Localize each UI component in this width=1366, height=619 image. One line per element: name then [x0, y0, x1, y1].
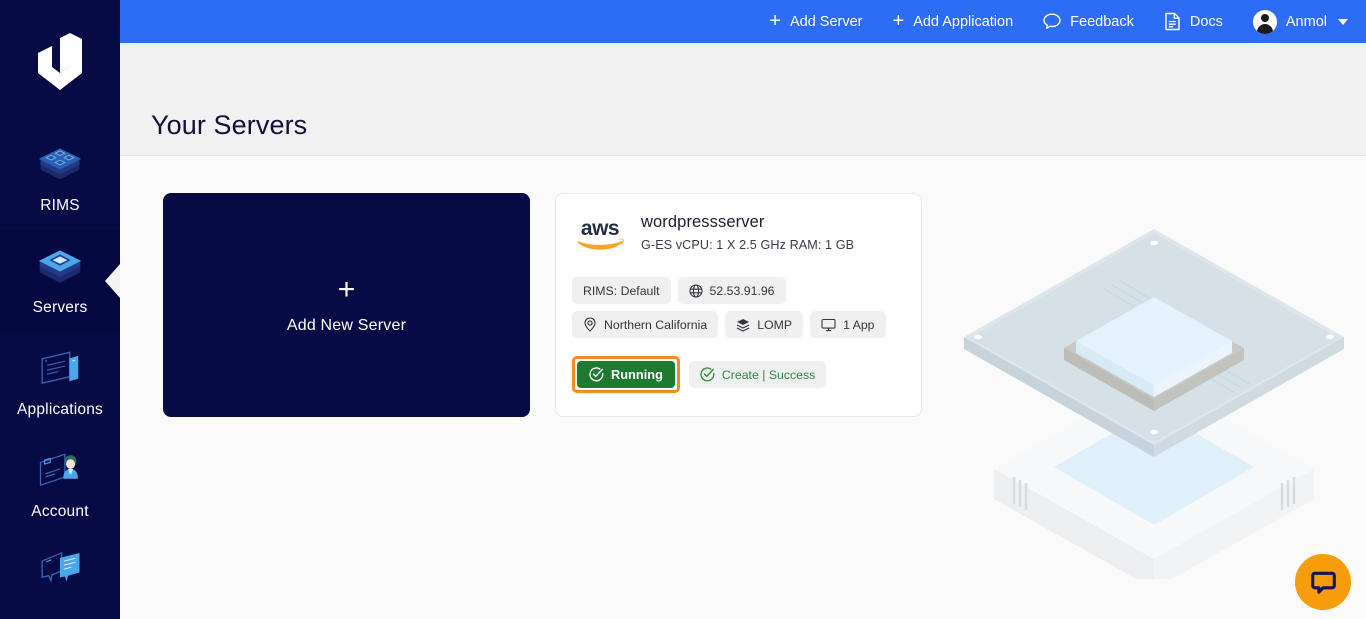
monitor-icon	[821, 318, 836, 331]
server-tag-row: RIMS: Default 52.53.91.96 Northern Calif…	[572, 277, 905, 338]
app-logo[interactable]	[30, 30, 90, 94]
main-content: + Add New Server aws wordpressserver G-E…	[120, 157, 1366, 619]
page-title: Your Servers	[151, 110, 308, 140]
server-card[interactable]: aws wordpressserver G-ES vCPU: 1 X 2.5 G…	[555, 193, 922, 417]
plus-icon: +	[769, 9, 781, 32]
server-name: wordpressserver	[641, 213, 765, 231]
server-stack-icon	[38, 250, 82, 284]
feedback-label: Feedback	[1070, 13, 1134, 30]
applications-window-icon	[41, 351, 79, 385]
add-application-button[interactable]: + Add Application	[892, 9, 1014, 32]
sidebar-item-account[interactable]: Account	[0, 434, 120, 536]
sidebar-item-label: Account	[31, 503, 89, 521]
tag-label: 1 App	[843, 317, 875, 332]
devrims-shield-logo-icon	[38, 33, 82, 90]
plus-icon: +	[337, 273, 356, 306]
docs-button[interactable]: Docs	[1164, 12, 1223, 31]
check-circle-icon	[589, 367, 604, 382]
sidebar-item-rims[interactable]: RIMS	[0, 128, 120, 230]
add-server-button[interactable]: + Add Server	[769, 9, 863, 32]
user-name: Anmol	[1285, 13, 1327, 30]
sidebar-item-servers[interactable]: Servers	[0, 230, 120, 332]
location-pin-icon	[584, 317, 596, 332]
check-circle-icon	[700, 367, 715, 382]
add-new-server-label: Add New Server	[286, 317, 407, 334]
docs-label: Docs	[1189, 13, 1223, 30]
stack-layers-icon	[736, 318, 750, 332]
server-specs: G-ES vCPU: 1 X 2.5 GHz RAM: 1 GB	[641, 237, 855, 252]
add-new-server-card[interactable]: + Add New Server	[163, 193, 530, 417]
plus-icon: +	[892, 9, 905, 32]
tag-region[interactable]: Northern California	[572, 311, 719, 338]
add-application-label: Add Application	[913, 13, 1014, 30]
tag-app-count[interactable]: 1 App	[810, 311, 886, 338]
status-badge-running[interactable]: Running	[577, 361, 675, 388]
aws-logo-icon: aws	[572, 211, 628, 257]
tag-label: RIMS: Default	[583, 283, 660, 298]
page-header: Your Servers	[120, 43, 1366, 156]
top-navigation-bar: + Add Server + Add Application Feedback …	[120, 0, 1366, 43]
tag-label: LOMP	[757, 317, 793, 332]
status-badge-create[interactable]: Create | Success	[688, 361, 827, 388]
globe-icon	[688, 283, 703, 298]
sidebar-item-support[interactable]	[0, 536, 120, 606]
server-illustration	[964, 229, 1344, 579]
account-user-card-icon	[39, 453, 78, 487]
rims-stack-icon	[38, 148, 82, 180]
user-avatar-icon	[1252, 9, 1277, 34]
sidebar-item-applications[interactable]: Applications	[0, 332, 120, 434]
sidebar-item-label: Servers	[32, 299, 88, 317]
document-icon	[1164, 12, 1181, 31]
chevron-down-icon	[1338, 18, 1348, 25]
server-cards-row: + Add New Server aws wordpressserver G-E…	[163, 193, 922, 417]
feedback-button[interactable]: Feedback	[1043, 13, 1134, 30]
chat-bubble-icon	[1043, 13, 1061, 30]
tag-stack[interactable]: LOMP	[725, 311, 804, 338]
server-meta: wordpressserver G-ES vCPU: 1 X 2.5 GHz R…	[641, 211, 854, 252]
svg-text:aws: aws	[581, 217, 619, 240]
tag-label: Northern California	[604, 317, 708, 332]
server-card-header: aws wordpressserver G-ES vCPU: 1 X 2.5 G…	[572, 211, 905, 257]
status-badge-label: Create | Success	[721, 367, 816, 382]
add-server-label: Add Server	[789, 13, 863, 30]
support-chat-icon	[41, 551, 80, 583]
sidebar: RIMS Servers Applications Account	[0, 0, 120, 619]
server-status-row: Running Create | Success	[572, 356, 905, 393]
sidebar-item-label: RIMS	[40, 197, 80, 215]
chat-bubble-icon	[1310, 571, 1336, 594]
tag-ip-address[interactable]: 52.53.91.96	[677, 277, 786, 304]
live-chat-button[interactable]	[1295, 554, 1351, 610]
running-status-highlight: Running	[572, 356, 680, 393]
status-badge-label: Running	[611, 367, 663, 382]
user-menu[interactable]: Anmol	[1252, 9, 1348, 34]
tag-label: 52.53.91.96	[709, 283, 775, 298]
sidebar-item-label: Applications	[17, 401, 103, 419]
tag-rims[interactable]: RIMS: Default	[572, 277, 671, 304]
